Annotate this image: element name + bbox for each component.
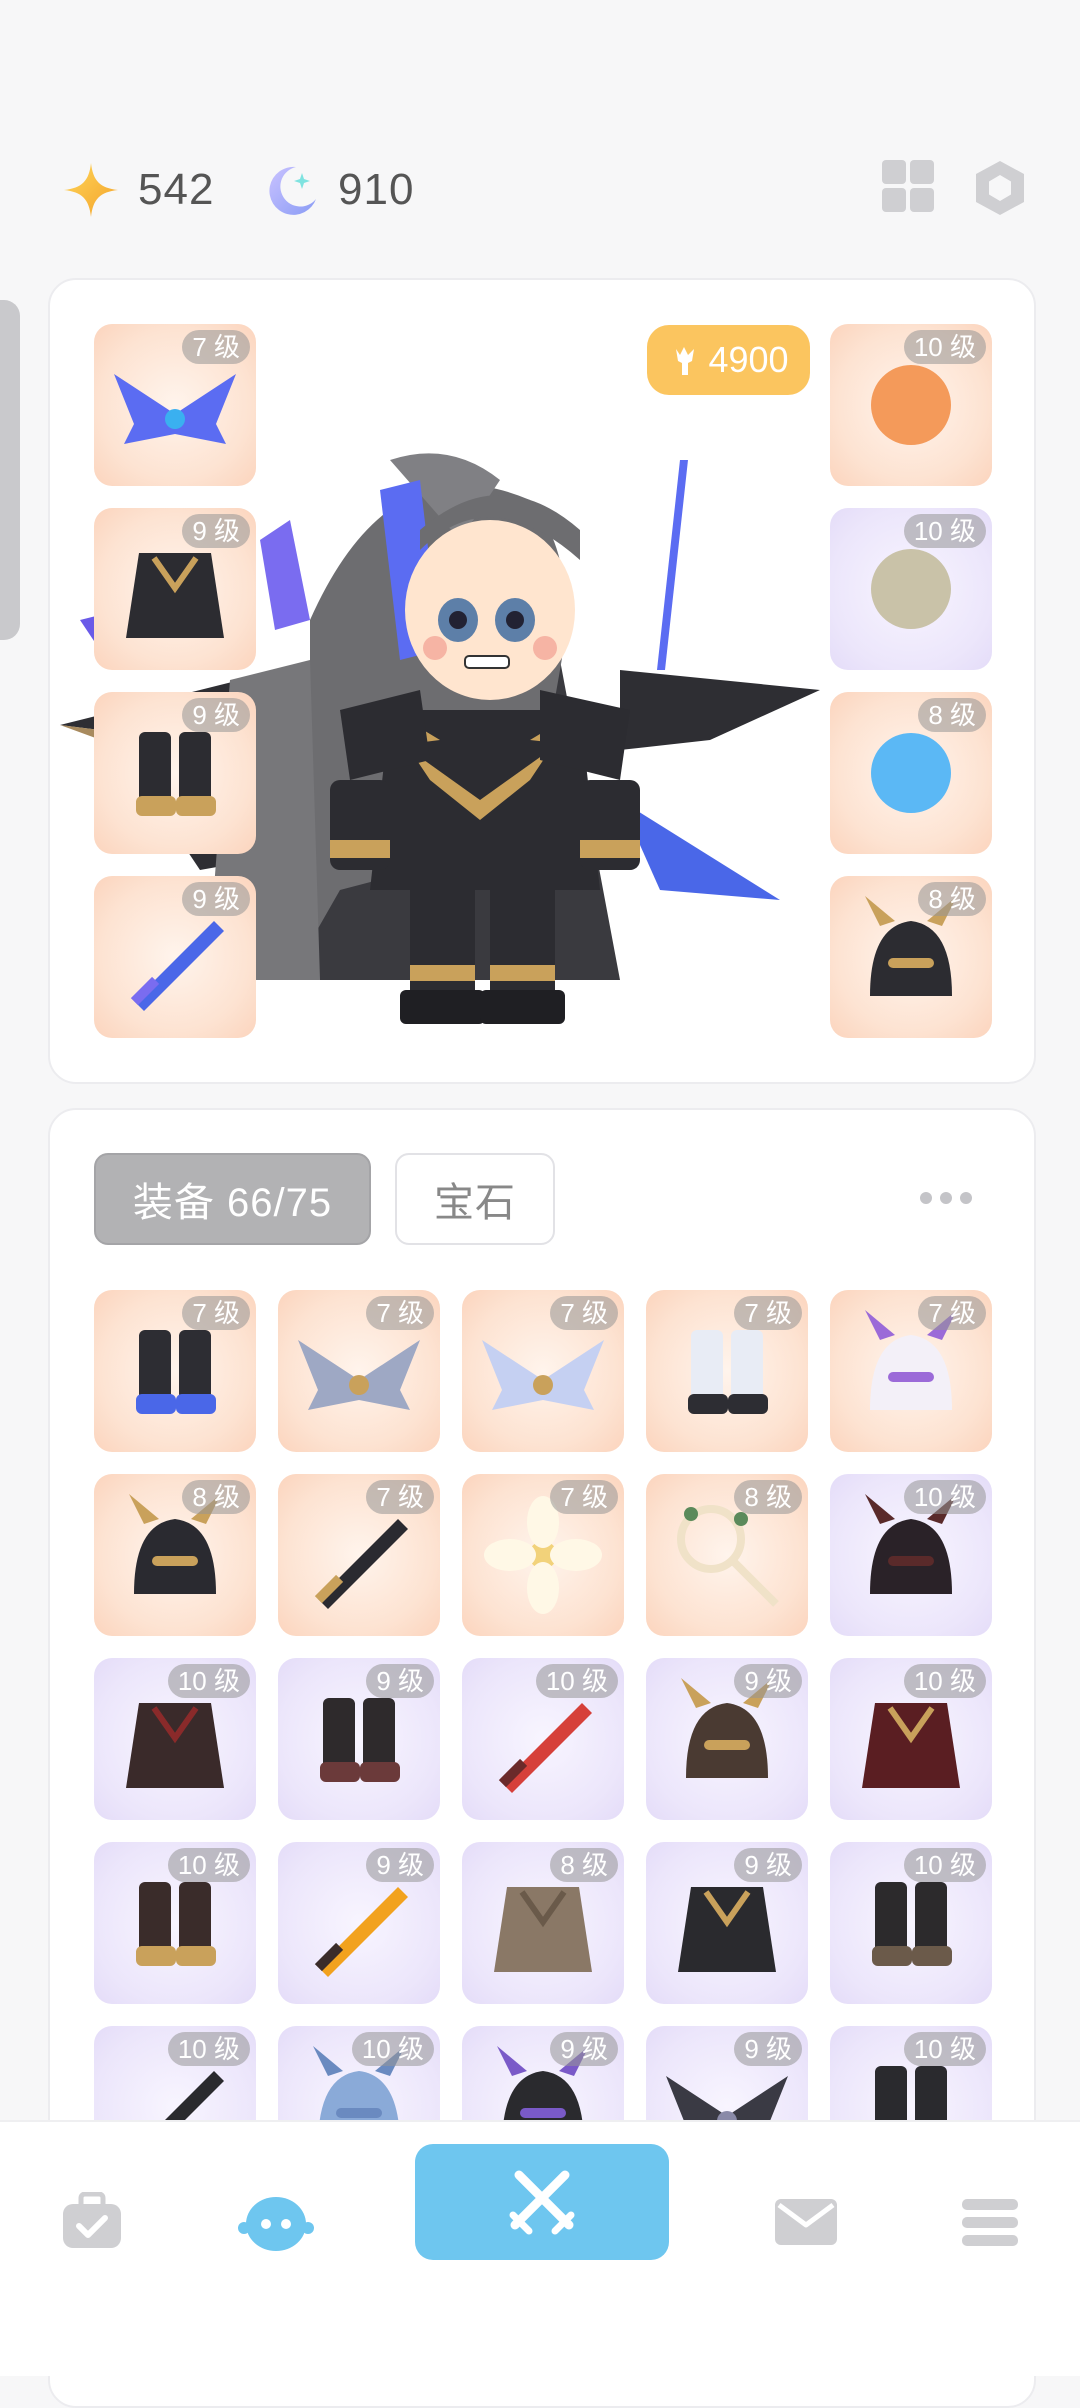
fist-icon: [676, 347, 695, 375]
level-badge: 10 级: [903, 1480, 986, 1514]
star-icon: [64, 163, 118, 217]
equipment-slot[interactable]: 9 级: [646, 1842, 808, 2004]
level-badge: 9 级: [182, 882, 250, 916]
level-badge: 7 级: [366, 1296, 434, 1330]
equipment-slot[interactable]: 10 级: [830, 508, 992, 670]
equipment-slot[interactable]: 7 级: [646, 1290, 808, 1452]
mail-icon[interactable]: [766, 2182, 846, 2262]
equipment-slot[interactable]: 7 级: [462, 1290, 624, 1452]
equipment-slot[interactable]: 7 级: [830, 1290, 992, 1452]
menu-icon[interactable]: [950, 2182, 1030, 2262]
settings-hexagon-icon[interactable]: [970, 158, 1034, 222]
equipment-slot[interactable]: 8 级: [830, 876, 992, 1038]
level-badge: 9 级: [550, 2032, 618, 2066]
level-badge: 8 级: [550, 1848, 618, 1882]
level-badge: 7 级: [734, 1296, 802, 1330]
equipment-slot[interactable]: 7 级: [462, 1474, 624, 1636]
level-badge: 9 级: [182, 698, 250, 732]
level-badge: 7 级: [182, 1296, 250, 1330]
character-card: 4900 7 级 9 级 9 级 9 级 10 级 10 级 8 级 8 级: [48, 278, 1036, 1084]
power-badge: 4900: [647, 325, 810, 395]
bottom-navigation: [0, 2120, 1080, 2376]
level-badge: 8 级: [734, 1480, 802, 1514]
power-value: 4900: [708, 339, 789, 380]
level-badge: 7 级: [366, 1480, 434, 1514]
level-badge: 7 级: [550, 1296, 618, 1330]
level-badge: 10 级: [903, 2032, 986, 2066]
equipment-slot[interactable]: 9 级: [278, 1842, 440, 2004]
level-badge: 10 级: [351, 2032, 434, 2066]
equipment-slot[interactable]: 9 级: [278, 1658, 440, 1820]
star-count: 542: [138, 165, 215, 214]
tab-gems[interactable]: 宝石: [395, 1153, 555, 1245]
moon-icon: [269, 166, 316, 215]
equipment-slot[interactable]: 9 级: [94, 876, 256, 1038]
bag-icon[interactable]: [52, 2182, 132, 2262]
level-badge: 8 级: [918, 882, 986, 916]
level-badge: 9 级: [734, 1664, 802, 1698]
more-options-icon[interactable]: [920, 1188, 980, 1208]
equipment-slot[interactable]: 7 级: [94, 324, 256, 486]
level-badge: 9 级: [182, 514, 250, 548]
level-badge: 7 级: [550, 1480, 618, 1514]
equipment-slot[interactable]: 9 级: [646, 1658, 808, 1820]
battle-button[interactable]: [415, 2144, 669, 2260]
equipment-slot[interactable]: 9 级: [94, 508, 256, 670]
level-badge: 10 级: [535, 1664, 618, 1698]
equipment-slot[interactable]: 10 级: [830, 1842, 992, 2004]
level-badge: 10 级: [903, 330, 986, 364]
level-badge: 7 级: [918, 1296, 986, 1330]
equipment-slot[interactable]: 10 级: [94, 1842, 256, 2004]
star-currency: 542: [62, 150, 214, 230]
moon-currency: 910: [262, 150, 414, 230]
currency-bar: 542 910: [0, 150, 1080, 230]
level-badge: 8 级: [182, 1480, 250, 1514]
equipment-slot[interactable]: 8 级: [646, 1474, 808, 1636]
level-badge: 9 级: [734, 1848, 802, 1882]
moon-count: 910: [338, 165, 415, 214]
equipment-slot[interactable]: 10 级: [462, 1658, 624, 1820]
equipment-slot[interactable]: 8 级: [830, 692, 992, 854]
equipment-slot[interactable]: 10 级: [830, 324, 992, 486]
equipment-slot[interactable]: 10 级: [830, 1658, 992, 1820]
tab-equipment[interactable]: 装备 66/75: [94, 1153, 371, 1245]
level-badge: 10 级: [167, 2032, 250, 2066]
equipment-slot[interactable]: 8 级: [462, 1842, 624, 2004]
equipment-slot[interactable]: 7 级: [94, 1290, 256, 1452]
level-badge: 10 级: [903, 1848, 986, 1882]
level-badge: 9 级: [366, 1848, 434, 1882]
level-badge: 10 级: [167, 1664, 250, 1698]
level-badge: 10 级: [903, 514, 986, 548]
equipment-slot[interactable]: 7 级: [278, 1290, 440, 1452]
equipment-slot[interactable]: 9 级: [94, 692, 256, 854]
equipment-slot[interactable]: 7 级: [278, 1474, 440, 1636]
grid-menu-icon[interactable]: [880, 158, 944, 222]
level-badge: 8 级: [918, 698, 986, 732]
equipment-slot[interactable]: 8 级: [94, 1474, 256, 1636]
character-icon[interactable]: [236, 2182, 316, 2262]
level-badge: 10 级: [167, 1848, 250, 1882]
battle-icon: [509, 2170, 575, 2235]
level-badge: 10 级: [903, 1664, 986, 1698]
level-badge: 9 级: [366, 1664, 434, 1698]
equipment-slot[interactable]: 10 级: [94, 1658, 256, 1820]
level-badge: 7 级: [182, 330, 250, 364]
level-badge: 9 级: [734, 2032, 802, 2066]
side-drawer-handle[interactable]: [0, 300, 20, 640]
equipment-slot[interactable]: 10 级: [830, 1474, 992, 1636]
